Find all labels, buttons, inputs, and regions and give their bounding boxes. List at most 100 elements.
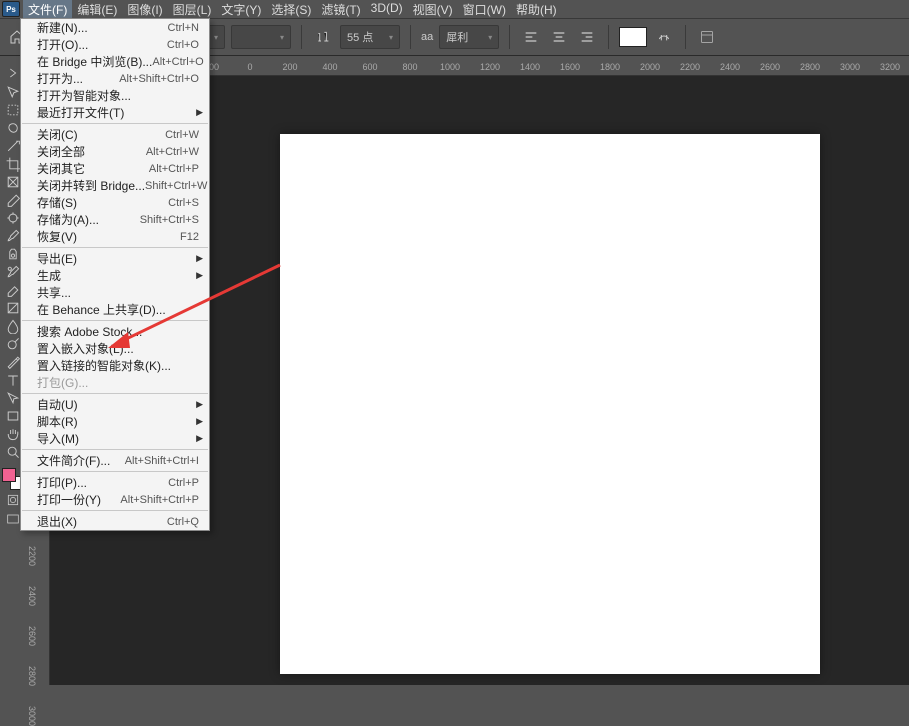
- menu-item-编辑E[interactable]: 编辑(E): [72, 0, 122, 20]
- menu-item-label: 打包(G)...: [37, 374, 199, 391]
- document-canvas[interactable]: [280, 134, 820, 674]
- menu-item[interactable]: 共享...: [21, 284, 209, 301]
- menu-item[interactable]: 存储为(A)...Shift+Ctrl+S: [21, 211, 209, 228]
- menu-separator: [22, 510, 208, 511]
- ruler-tick: 2800: [27, 666, 37, 686]
- menu-separator: [22, 123, 208, 124]
- menu-item-图层L[interactable]: 图层(L): [168, 0, 217, 20]
- submenu-arrow-icon: ▶: [196, 433, 203, 444]
- menu-item[interactable]: 关闭(C)Ctrl+W: [21, 126, 209, 143]
- menu-item[interactable]: 最近打开文件(T)▶: [21, 104, 209, 121]
- menu-item-label: 搜索 Adobe Stock...: [37, 323, 199, 340]
- submenu-arrow-icon: ▶: [196, 416, 203, 427]
- menu-separator: [22, 247, 208, 248]
- font-size-value: 55 点: [347, 29, 373, 45]
- menu-separator: [22, 449, 208, 450]
- menu-item[interactable]: 恢复(V)F12: [21, 228, 209, 245]
- foreground-color-swatch[interactable]: [2, 468, 16, 482]
- menu-item[interactable]: 搜索 Adobe Stock...: [21, 323, 209, 340]
- menu-item-shortcut: Alt+Shift+Ctrl+P: [120, 494, 199, 506]
- menu-item[interactable]: 置入嵌入对象(L)...: [21, 340, 209, 357]
- menu-item-label: 在 Behance 上共享(D)...: [37, 301, 199, 318]
- menu-item-label: 恢复(V): [37, 228, 180, 245]
- menu-item: 打包(G)...: [21, 374, 209, 391]
- menu-item-shortcut: Ctrl+O: [167, 39, 199, 51]
- menu-item[interactable]: 退出(X)Ctrl+Q: [21, 513, 209, 530]
- menu-item-文件F[interactable]: 文件(F): [23, 0, 72, 20]
- menu-item-label: 脚本(R): [37, 413, 199, 430]
- menu-item[interactable]: 打印一份(Y)Alt+Shift+Ctrl+P: [21, 491, 209, 508]
- menu-item[interactable]: 导出(E)▶: [21, 250, 209, 267]
- menu-item-shortcut: Shift+Ctrl+W: [145, 180, 207, 192]
- menu-item[interactable]: 新建(N)...Ctrl+N: [21, 19, 209, 36]
- menu-item-label: 退出(X): [37, 513, 167, 530]
- align-left-icon[interactable]: [520, 26, 542, 48]
- menu-item-shortcut: Ctrl+Q: [167, 516, 199, 528]
- menu-item-label: 关闭并转到 Bridge...: [37, 177, 145, 194]
- menu-item-label: 关闭(C): [37, 126, 165, 143]
- font-size-dropdown[interactable]: 55 点▾: [340, 25, 400, 49]
- menu-item[interactable]: 关闭并转到 Bridge...Shift+Ctrl+W: [21, 177, 209, 194]
- menu-item[interactable]: 在 Behance 上共享(D)...: [21, 301, 209, 318]
- menu-item[interactable]: 置入链接的智能对象(K)...: [21, 357, 209, 374]
- menu-item-3DD[interactable]: 3D(D): [366, 0, 408, 20]
- menu-item-shortcut: Ctrl+W: [165, 129, 199, 141]
- menu-item[interactable]: 在 Bridge 中浏览(B)...Alt+Ctrl+O: [21, 53, 209, 70]
- ruler-tick: 2200: [27, 546, 37, 566]
- menu-item[interactable]: 存储(S)Ctrl+S: [21, 194, 209, 211]
- menu-item[interactable]: 打开为智能对象...: [21, 87, 209, 104]
- menu-item-选择S[interactable]: 选择(S): [266, 0, 316, 20]
- ruler-tick: 3000: [840, 62, 860, 72]
- menu-item[interactable]: 关闭其它Alt+Ctrl+P: [21, 160, 209, 177]
- ruler-tick: 2200: [680, 62, 700, 72]
- panel-toggle-icon[interactable]: [696, 26, 718, 48]
- align-right-icon[interactable]: [576, 26, 598, 48]
- ruler-tick: 2600: [760, 62, 780, 72]
- ruler-tick: 2800: [800, 62, 820, 72]
- ruler-tick: 0: [247, 62, 252, 72]
- menu-item-shortcut: Alt+Ctrl+W: [146, 146, 199, 158]
- ruler-tick: 1600: [560, 62, 580, 72]
- submenu-arrow-icon: ▶: [196, 107, 203, 118]
- menu-item-label: 置入嵌入对象(L)...: [37, 340, 199, 357]
- menu-item[interactable]: 打印(P)...Ctrl+P: [21, 474, 209, 491]
- menu-item[interactable]: 自动(U)▶: [21, 396, 209, 413]
- menu-item-文字Y[interactable]: 文字(Y): [216, 0, 266, 20]
- menu-item-label: 文件简介(F)...: [37, 452, 125, 469]
- menu-item-图像I[interactable]: 图像(I): [122, 0, 167, 20]
- warp-text-icon[interactable]: [653, 26, 675, 48]
- submenu-arrow-icon: ▶: [196, 399, 203, 410]
- ruler-tick: 1400: [520, 62, 540, 72]
- menu-item-label: 最近打开文件(T): [37, 104, 199, 121]
- ruler-tick: 3200: [880, 62, 900, 72]
- ruler-tick: 1200: [480, 62, 500, 72]
- text-color-swatch[interactable]: [619, 27, 647, 47]
- align-center-icon[interactable]: [548, 26, 570, 48]
- menu-item-视图V[interactable]: 视图(V): [408, 0, 458, 20]
- menu-item-label: 自动(U): [37, 396, 199, 413]
- menu-item-滤镜T[interactable]: 滤镜(T): [316, 0, 365, 20]
- menu-item-帮助H[interactable]: 帮助(H): [511, 0, 562, 20]
- menu-item[interactable]: 导入(M)▶: [21, 430, 209, 447]
- menu-item-label: 生成: [37, 267, 199, 284]
- ruler-tick: 800: [402, 62, 417, 72]
- menu-item[interactable]: 生成▶: [21, 267, 209, 284]
- menu-item-label: 共享...: [37, 284, 199, 301]
- menu-item-shortcut: Ctrl+S: [168, 197, 199, 209]
- menu-item[interactable]: 关闭全部Alt+Ctrl+W: [21, 143, 209, 160]
- menu-item-窗口W[interactable]: 窗口(W): [458, 0, 511, 20]
- separator: [685, 25, 686, 49]
- separator: [509, 25, 510, 49]
- menu-item[interactable]: 文件简介(F)...Alt+Shift+Ctrl+I: [21, 452, 209, 469]
- menu-item-shortcut: Ctrl+P: [168, 477, 199, 489]
- ruler-tick: 2400: [27, 586, 37, 606]
- menu-item-shortcut: F12: [180, 231, 199, 243]
- menu-item-label: 存储为(A)...: [37, 211, 140, 228]
- menu-item[interactable]: 脚本(R)▶: [21, 413, 209, 430]
- menu-item-label: 打开为智能对象...: [37, 87, 199, 104]
- antialias-value: 犀利: [446, 29, 468, 45]
- antialias-dropdown[interactable]: 犀利▾: [439, 25, 499, 49]
- menu-item[interactable]: 打开为...Alt+Shift+Ctrl+O: [21, 70, 209, 87]
- menu-item[interactable]: 打开(O)...Ctrl+O: [21, 36, 209, 53]
- font-style-dropdown[interactable]: ▾: [231, 25, 291, 49]
